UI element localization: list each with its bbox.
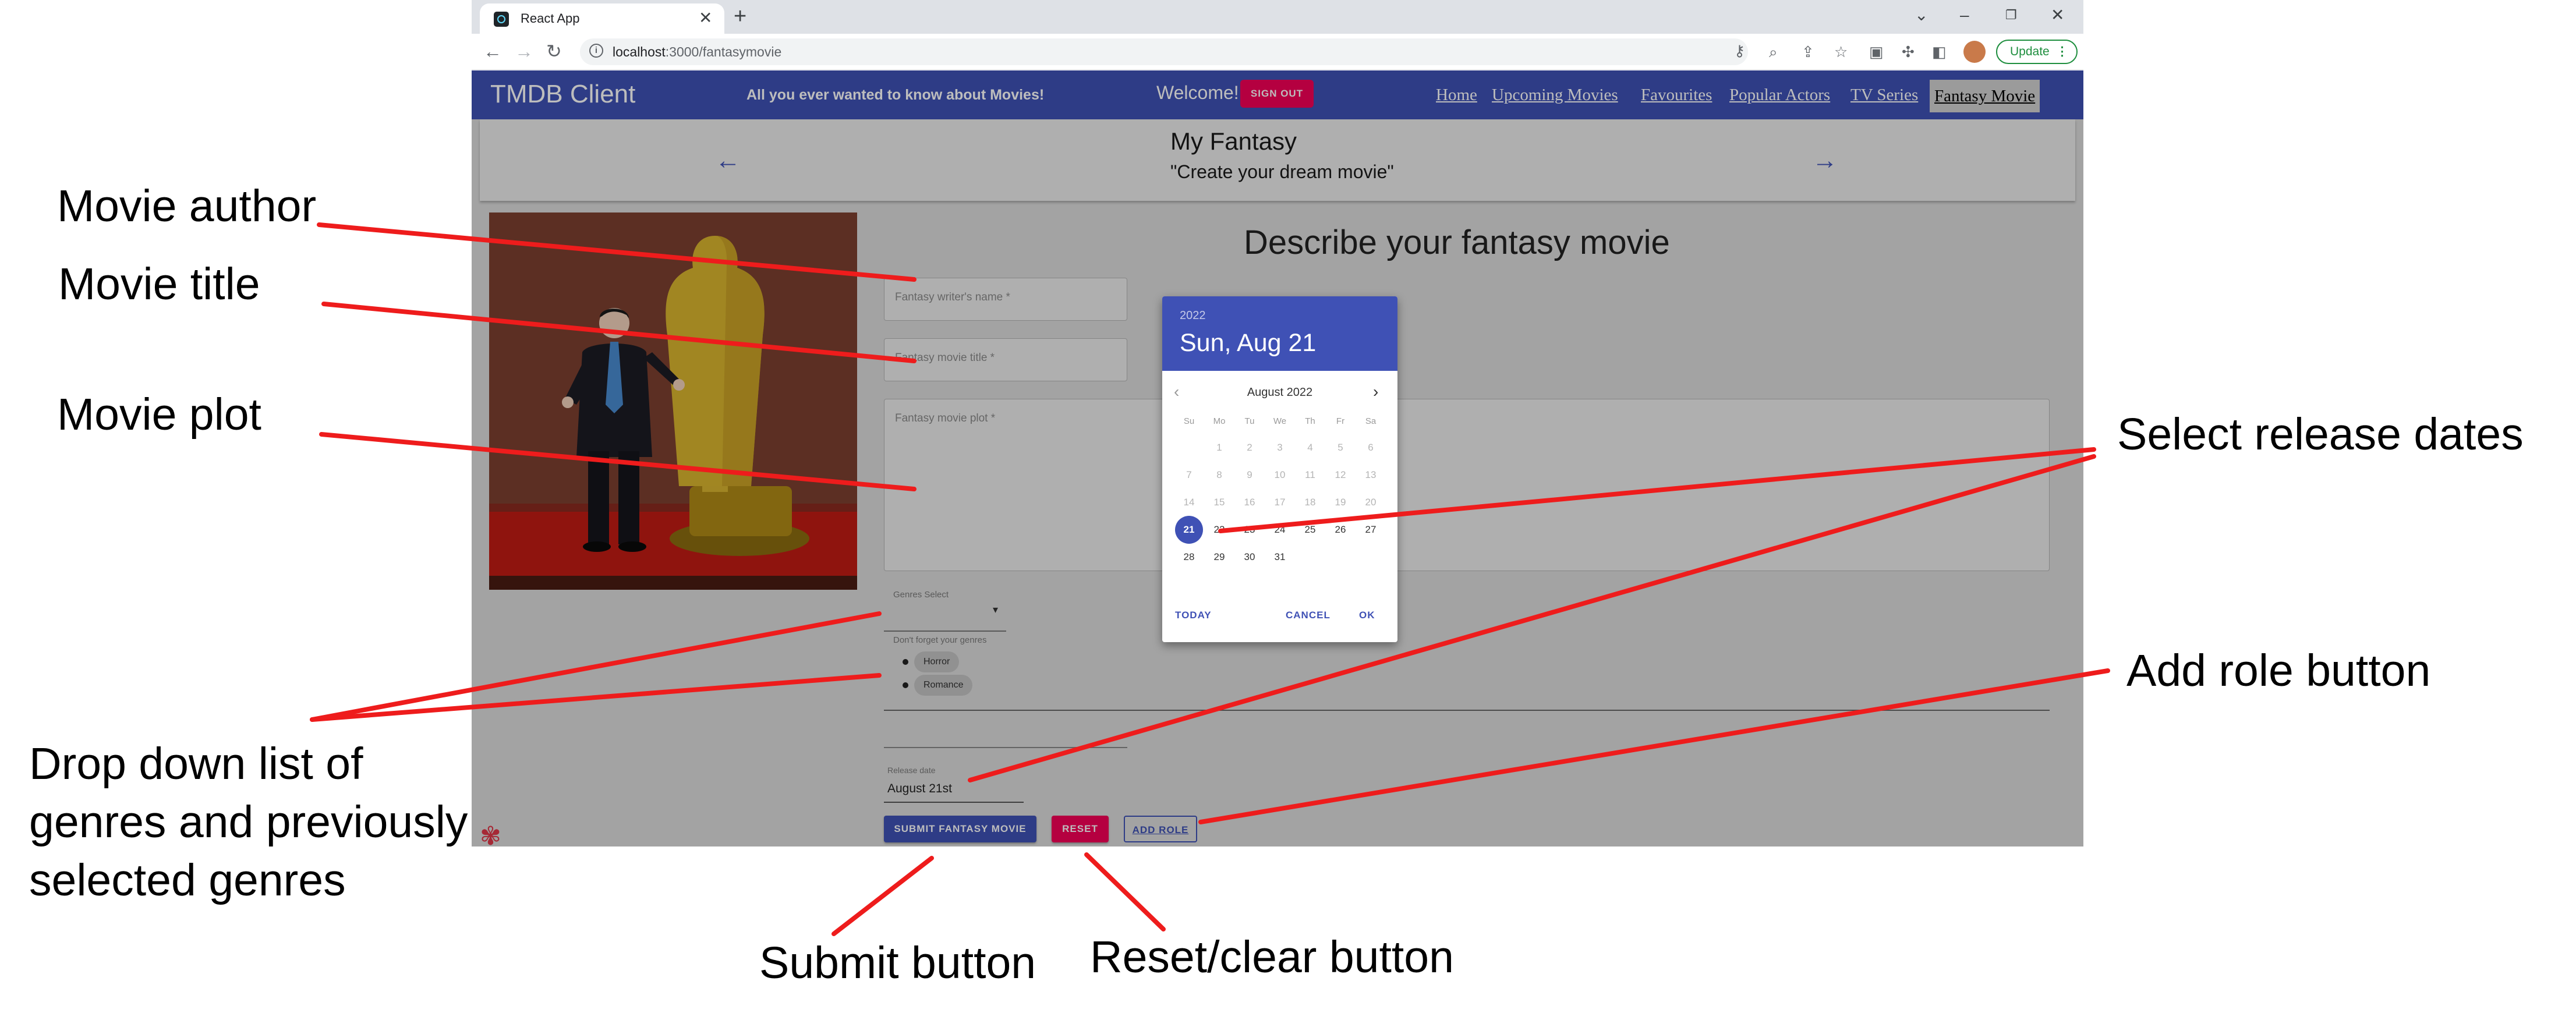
minimize-icon[interactable]: – xyxy=(1960,2,1969,28)
tab-strip: React App ✕ + ⌄ – ❐ ✕ xyxy=(472,0,2083,34)
annotation-add-role: Add role button xyxy=(2126,646,2431,696)
annotation-movie-title: Movie title xyxy=(58,259,260,309)
date-picker-dialog: 2022 Sun, Aug 21 ‹ August 2022 › Su Mo T… xyxy=(1162,296,1397,642)
more-menu-icon[interactable]: ⋮ xyxy=(2056,41,2068,63)
calendar-day[interactable]: 2 xyxy=(1236,434,1264,462)
weekday-label: Su xyxy=(1183,416,1195,426)
restore-icon[interactable]: ❐ xyxy=(2005,2,2017,28)
calendar-day[interactable]: 6 xyxy=(1357,434,1385,462)
weekday-label: Tu xyxy=(1244,416,1255,426)
annotation-genres-line-2: genres and previously xyxy=(29,797,468,847)
page-content: TMDB Client All you ever wanted to know … xyxy=(472,70,2083,846)
weekday-label: Th xyxy=(1305,416,1315,426)
side-panel-icon[interactable]: ◧ xyxy=(1932,42,1947,62)
calendar-day[interactable]: 13 xyxy=(1357,461,1385,489)
submit-pointer-line xyxy=(831,856,934,936)
calendar-day[interactable]: 15 xyxy=(1205,488,1233,516)
browser-tab[interactable]: React App ✕ xyxy=(480,3,724,34)
calendar-day[interactable]: 1 xyxy=(1205,434,1233,462)
calendar-day[interactable]: 20 xyxy=(1357,488,1385,516)
calendar-day[interactable]: 9 xyxy=(1236,461,1264,489)
tab-title: React App xyxy=(521,11,580,26)
weekday-label: Mo xyxy=(1213,416,1226,426)
annotation-movie-plot: Movie plot xyxy=(57,389,261,440)
calendar-day[interactable]: 28 xyxy=(1175,543,1203,571)
date-picker-month: August 2022 xyxy=(1247,386,1313,399)
bookmark-star-icon[interactable]: ☆ xyxy=(1834,42,1848,62)
annotation-release-dates: Select release dates xyxy=(2117,409,2524,459)
site-info-icon[interactable]: i xyxy=(589,44,603,58)
profile-avatar[interactable] xyxy=(1963,41,1986,63)
ok-button[interactable]: OK xyxy=(1359,610,1375,621)
tab-close-icon[interactable]: ✕ xyxy=(699,8,712,28)
new-tab-icon[interactable]: + xyxy=(734,3,746,29)
calendar-day[interactable]: 17 xyxy=(1266,488,1294,516)
calendar-day[interactable]: 31 xyxy=(1266,543,1294,571)
calendar-day[interactable]: 27 xyxy=(1357,516,1385,544)
annotation-submit: Submit button xyxy=(759,938,1036,988)
puzzle-extensions-icon[interactable]: ✣ xyxy=(1902,42,1915,62)
calendar-day[interactable]: 21 xyxy=(1175,516,1203,544)
calendar-day[interactable]: 10 xyxy=(1266,461,1294,489)
tab-search-icon[interactable]: ⌄ xyxy=(1915,2,1928,28)
calendar-day[interactable]: 18 xyxy=(1296,488,1324,516)
share-icon[interactable]: ⇪ xyxy=(1802,42,1814,62)
calendar-day[interactable]: 7 xyxy=(1175,461,1203,489)
extension-icon[interactable]: ▣ xyxy=(1869,42,1884,62)
back-icon[interactable]: ← xyxy=(483,40,502,63)
close-window-icon[interactable]: ✕ xyxy=(2051,2,2064,28)
react-favicon-icon xyxy=(494,12,509,27)
calendar-day[interactable]: 22 xyxy=(1205,516,1233,544)
calendar-day[interactable]: 14 xyxy=(1175,488,1203,516)
weekday-label: Fr xyxy=(1336,416,1345,426)
calendar-day[interactable]: 11 xyxy=(1296,461,1324,489)
calendar-day[interactable]: 5 xyxy=(1326,434,1354,462)
calendar-day[interactable]: 3 xyxy=(1266,434,1294,462)
calendar-grid: 1 2 3 4 5 6 7 8 9 10 11 12 13 14 15 16 17 18 19 20 21 22 23 24 2… xyxy=(1162,434,1397,585)
forward-icon[interactable]: → xyxy=(515,40,533,63)
update-button[interactable]: Update ⋮ xyxy=(1996,40,2078,64)
annotation-movie-author: Movie author xyxy=(57,181,317,231)
annotation-genres-line-3: selected genres xyxy=(29,855,346,905)
calendar-day[interactable]: 29 xyxy=(1205,543,1233,571)
password-key-icon[interactable]: ⚷ xyxy=(1734,41,1745,61)
calendar-day[interactable]: 23 xyxy=(1236,516,1264,544)
calendar-day[interactable]: 8 xyxy=(1205,461,1233,489)
today-button[interactable]: TODAY xyxy=(1175,610,1212,621)
browser-toolbar: ← → ↻ i localhost:3000/fantasymovie ⚷ ⌕ … xyxy=(472,34,2083,70)
reload-icon[interactable]: ↻ xyxy=(546,40,562,63)
weekday-label: Sa xyxy=(1365,416,1377,426)
date-picker-selected-date: Sun, Aug 21 xyxy=(1180,329,1317,357)
date-picker-year[interactable]: 2022 xyxy=(1180,309,1206,323)
cancel-button[interactable]: CANCEL xyxy=(1286,610,1331,621)
calendar-day[interactable]: 12 xyxy=(1326,461,1354,489)
reset-pointer-line xyxy=(1084,852,1166,931)
calendar-day[interactable]: 26 xyxy=(1326,516,1354,544)
calendar-day[interactable]: 4 xyxy=(1296,434,1324,462)
url-text: localhost:3000/fantasymovie xyxy=(613,44,782,59)
calendar-day[interactable]: 16 xyxy=(1236,488,1264,516)
date-picker-header: 2022 Sun, Aug 21 xyxy=(1162,296,1397,371)
annotation-genres-line-1: Drop down list of xyxy=(29,739,363,789)
calendar-day[interactable]: 24 xyxy=(1266,516,1294,544)
calendar-day[interactable]: 30 xyxy=(1236,543,1264,571)
annotation-reset: Reset/clear button xyxy=(1090,932,1454,982)
zoom-icon[interactable]: ⌕ xyxy=(1769,42,1778,62)
calendar-day[interactable]: 25 xyxy=(1296,516,1324,544)
browser-window: React App ✕ + ⌄ – ❐ ✕ ← → ↻ i localhost:… xyxy=(472,0,2083,846)
address-bar[interactable]: i localhost:3000/fantasymovie xyxy=(580,38,1748,65)
calendar-day[interactable]: 19 xyxy=(1326,488,1354,516)
weekday-label: We xyxy=(1273,416,1287,426)
next-month-icon[interactable]: › xyxy=(1373,382,1378,401)
